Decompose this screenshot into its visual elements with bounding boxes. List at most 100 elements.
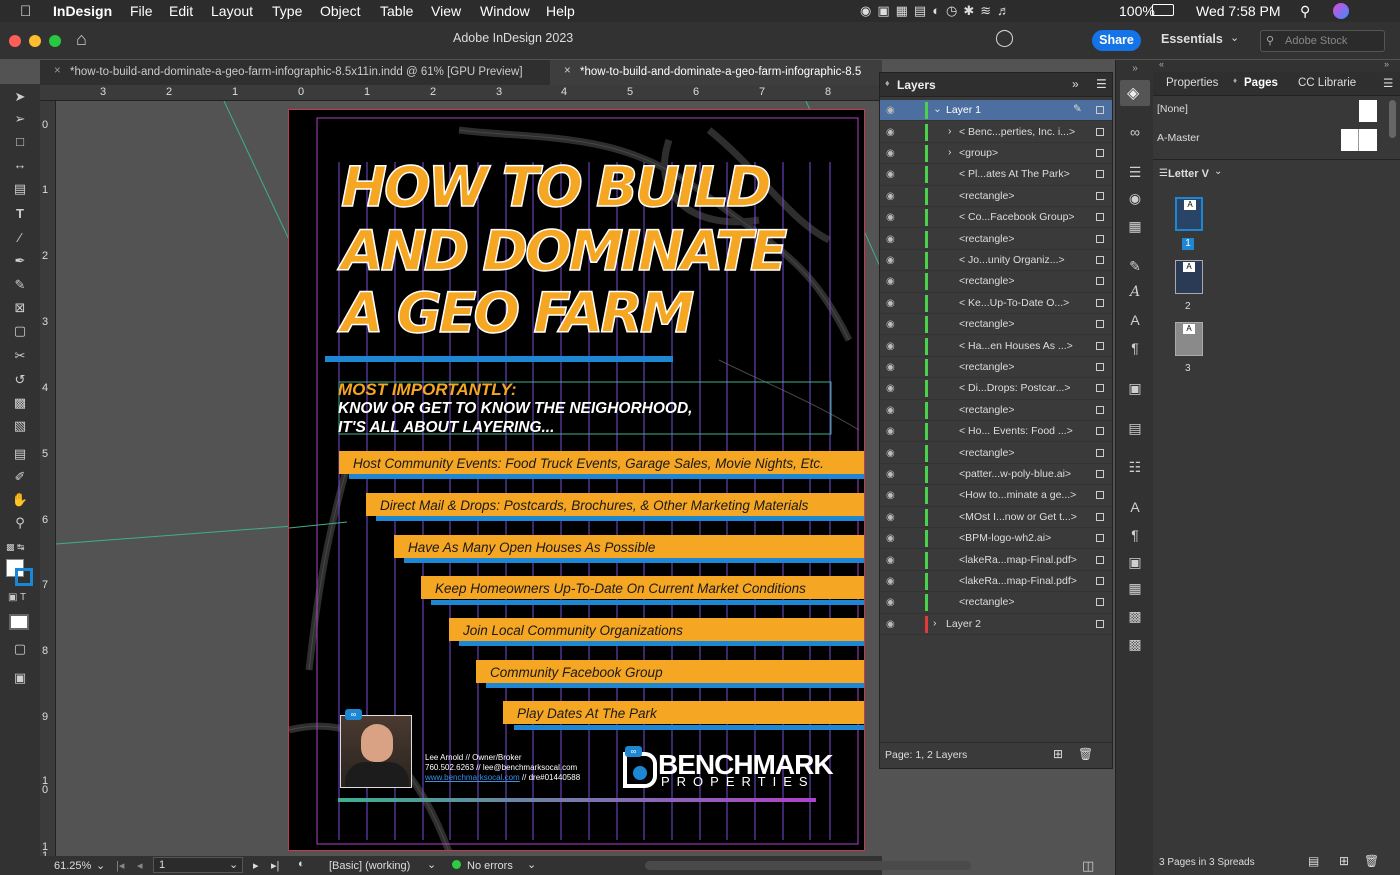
- selection-square[interactable]: [1096, 619, 1104, 628]
- selection-square[interactable]: [1096, 362, 1104, 371]
- clock[interactable]: Wed 7:58 PM: [1196, 3, 1281, 19]
- workspace-switcher[interactable]: Essentials: [1161, 32, 1223, 46]
- link-icon[interactable]: ∞: [625, 746, 642, 757]
- selection-square[interactable]: [1096, 341, 1104, 350]
- paragraph-styles-icon[interactable]: ✎: [1126, 257, 1144, 275]
- layer-row[interactable]: ◉ › <group>: [880, 143, 1112, 165]
- new-page-icon[interactable]: ⊞: [1339, 854, 1349, 868]
- link-icon[interactable]: ∞: [345, 709, 362, 720]
- spotlight-icon[interactable]: ⚲: [1300, 3, 1310, 20]
- tab-pages[interactable]: Pages: [1244, 77, 1278, 89]
- menu-help[interactable]: Help: [546, 3, 575, 19]
- rectangle-tool-icon[interactable]: ▢: [9, 322, 31, 340]
- layer-row[interactable]: ◉ <rectangle>: [880, 592, 1112, 614]
- chevron-down-icon[interactable]: ⌄: [229, 858, 238, 871]
- visibility-eye-icon[interactable]: ◉: [886, 341, 895, 352]
- headline-line-1[interactable]: HOW TO BUILD: [340, 159, 772, 216]
- visibility-eye-icon[interactable]: ◉: [886, 597, 895, 608]
- screen-mode-icon[interactable]: ▣: [9, 669, 31, 687]
- default-colors-icon[interactable]: ▩ ↹: [6, 542, 25, 553]
- layer-row[interactable]: ◉ <MOst I...now or Get t...>: [880, 507, 1112, 529]
- visibility-eye-icon[interactable]: ◉: [886, 362, 895, 373]
- close-tab-icon[interactable]: ×: [54, 65, 61, 77]
- vertical-ruler[interactable]: 0 1 2 3 4 5 6 7 8 9 1 0 1 1: [40, 101, 56, 862]
- last-page-icon[interactable]: ▸|: [271, 859, 279, 872]
- layer-row[interactable]: ◉ < Ke...Up-To-Date O...>: [880, 293, 1112, 315]
- gradient-feather-icon[interactable]: ▧: [9, 417, 31, 435]
- transform-icon[interactable]: ▣: [1126, 553, 1144, 571]
- selection-square[interactable]: [1096, 213, 1104, 222]
- master-none-thumb[interactable]: [1359, 100, 1377, 122]
- chevron-down-icon[interactable]: ⌄: [427, 858, 436, 871]
- layer-row[interactable]: ◉ <rectangle>: [880, 357, 1112, 379]
- stroke-icon[interactable]: ☰: [1126, 163, 1144, 181]
- pathfinder-icon[interactable]: ▣: [1126, 379, 1144, 397]
- visibility-eye-icon[interactable]: ◉: [886, 148, 895, 159]
- tab-document-2[interactable]: × *how-to-build-and-dominate-a-geo-farm-…: [550, 60, 882, 85]
- selection-tool-icon[interactable]: ➤: [9, 88, 31, 106]
- layer-row[interactable]: ◉ <BPM-logo-wh2.ai>: [880, 528, 1112, 550]
- chevron-right-icon[interactable]: ›: [948, 146, 952, 158]
- content-collector-icon[interactable]: ▤: [9, 180, 31, 198]
- subhead-most-importantly[interactable]: MOST IMPORTANTLY:: [338, 380, 517, 400]
- bar-community-orgs[interactable]: Join Local Community Organizations: [449, 618, 864, 641]
- menu-layout[interactable]: Layout: [211, 3, 253, 19]
- menu-table[interactable]: Table: [380, 3, 413, 19]
- zoom-level[interactable]: 61.25%: [54, 860, 91, 872]
- gap-tool-icon[interactable]: ↔: [9, 156, 31, 174]
- visibility-eye-icon[interactable]: ◉: [886, 405, 895, 416]
- agent-photo[interactable]: [340, 715, 412, 788]
- paragraph-icon[interactable]: ¶: [1126, 339, 1144, 357]
- selection-square[interactable]: [1096, 320, 1104, 329]
- scissors-tool-icon[interactable]: ✂: [9, 347, 31, 365]
- table-styles-icon[interactable]: ▩: [1126, 607, 1144, 625]
- selection-square[interactable]: [1096, 448, 1104, 457]
- selection-square[interactable]: [1096, 405, 1104, 414]
- layer-row[interactable]: ◉ < Ha...en Houses As ...>: [880, 336, 1112, 357]
- visibility-eye-icon[interactable]: ◉: [886, 169, 895, 180]
- pencil-icon[interactable]: ✎: [1073, 103, 1082, 115]
- chevron-down-icon[interactable]: ⌄: [933, 103, 942, 115]
- gradient-tool-icon[interactable]: ▩: [9, 394, 31, 412]
- logo-subtitle[interactable]: PROPERTIES: [661, 774, 815, 789]
- apple-icon[interactable]: : [20, 3, 31, 20]
- align-icon[interactable]: ▤: [1126, 419, 1144, 437]
- selection-square[interactable]: [1096, 534, 1104, 543]
- adobe-stock-search[interactable]: ⚲ Adobe Stock: [1260, 30, 1385, 52]
- visibility-eye-icon[interactable]: ◉: [886, 533, 895, 544]
- trash-icon[interactable]: 🗑: [1078, 747, 1093, 761]
- layer-row[interactable]: ◉ < Co...Facebook Group>: [880, 207, 1112, 229]
- selection-square[interactable]: [1096, 576, 1104, 585]
- visibility-eye-icon[interactable]: ◉: [886, 512, 895, 523]
- visibility-eye-icon[interactable]: ◉: [886, 212, 895, 223]
- tab-document-1[interactable]: × *how-to-build-and-dominate-a-geo-farm-…: [40, 60, 550, 85]
- subhead-know-neighborhood[interactable]: KNOW OR GET TO KNOW THE NEIGHORHOOD,: [338, 400, 693, 418]
- swatches-icon[interactable]: ◉: [1126, 189, 1144, 207]
- visibility-eye-icon[interactable]: ◉: [886, 448, 895, 459]
- visibility-eye-icon[interactable]: ◉: [886, 255, 895, 266]
- chevron-down-icon[interactable]: ⌄: [527, 858, 536, 871]
- selection-square[interactable]: [1096, 191, 1104, 200]
- menu-window[interactable]: Window: [480, 3, 530, 19]
- chevron-right-icon[interactable]: ›: [933, 617, 937, 629]
- first-page-icon[interactable]: |◂: [116, 859, 124, 872]
- visibility-eye-icon[interactable]: ◉: [886, 105, 895, 116]
- tab-cc-libraries[interactable]: CC Librarie: [1298, 77, 1356, 89]
- horizontal-scrollbar[interactable]: [645, 861, 971, 870]
- visibility-eye-icon[interactable]: ◉: [886, 191, 895, 202]
- layer-row[interactable]: ◉ <lakeRa...map-Final.pdf>: [880, 571, 1112, 593]
- layers-panel-icon-bg[interactable]: ◈: [1120, 80, 1150, 106]
- tab-properties[interactable]: Properties: [1166, 77, 1218, 89]
- selection-square[interactable]: [1096, 384, 1104, 393]
- text-wrap-icon[interactable]: ☷: [1126, 458, 1144, 476]
- master-a-right-thumb[interactable]: [1359, 129, 1377, 151]
- links-icon[interactable]: ∞: [1126, 123, 1144, 141]
- eyedropper-tool-icon[interactable]: ✐: [9, 468, 31, 486]
- selection-square[interactable]: [1096, 555, 1104, 564]
- layer-row[interactable]: ◉ <rectangle>: [880, 443, 1112, 464]
- visibility-eye-icon[interactable]: ◉: [886, 127, 895, 138]
- menu-edit[interactable]: Edit: [169, 3, 193, 19]
- layer-row[interactable]: ◉ <patter...w-poly-blue.ai>: [880, 464, 1112, 486]
- rotate-tool-icon[interactable]: ↺: [9, 371, 31, 389]
- website-link[interactable]: www.benchmarksocal.com: [425, 773, 520, 782]
